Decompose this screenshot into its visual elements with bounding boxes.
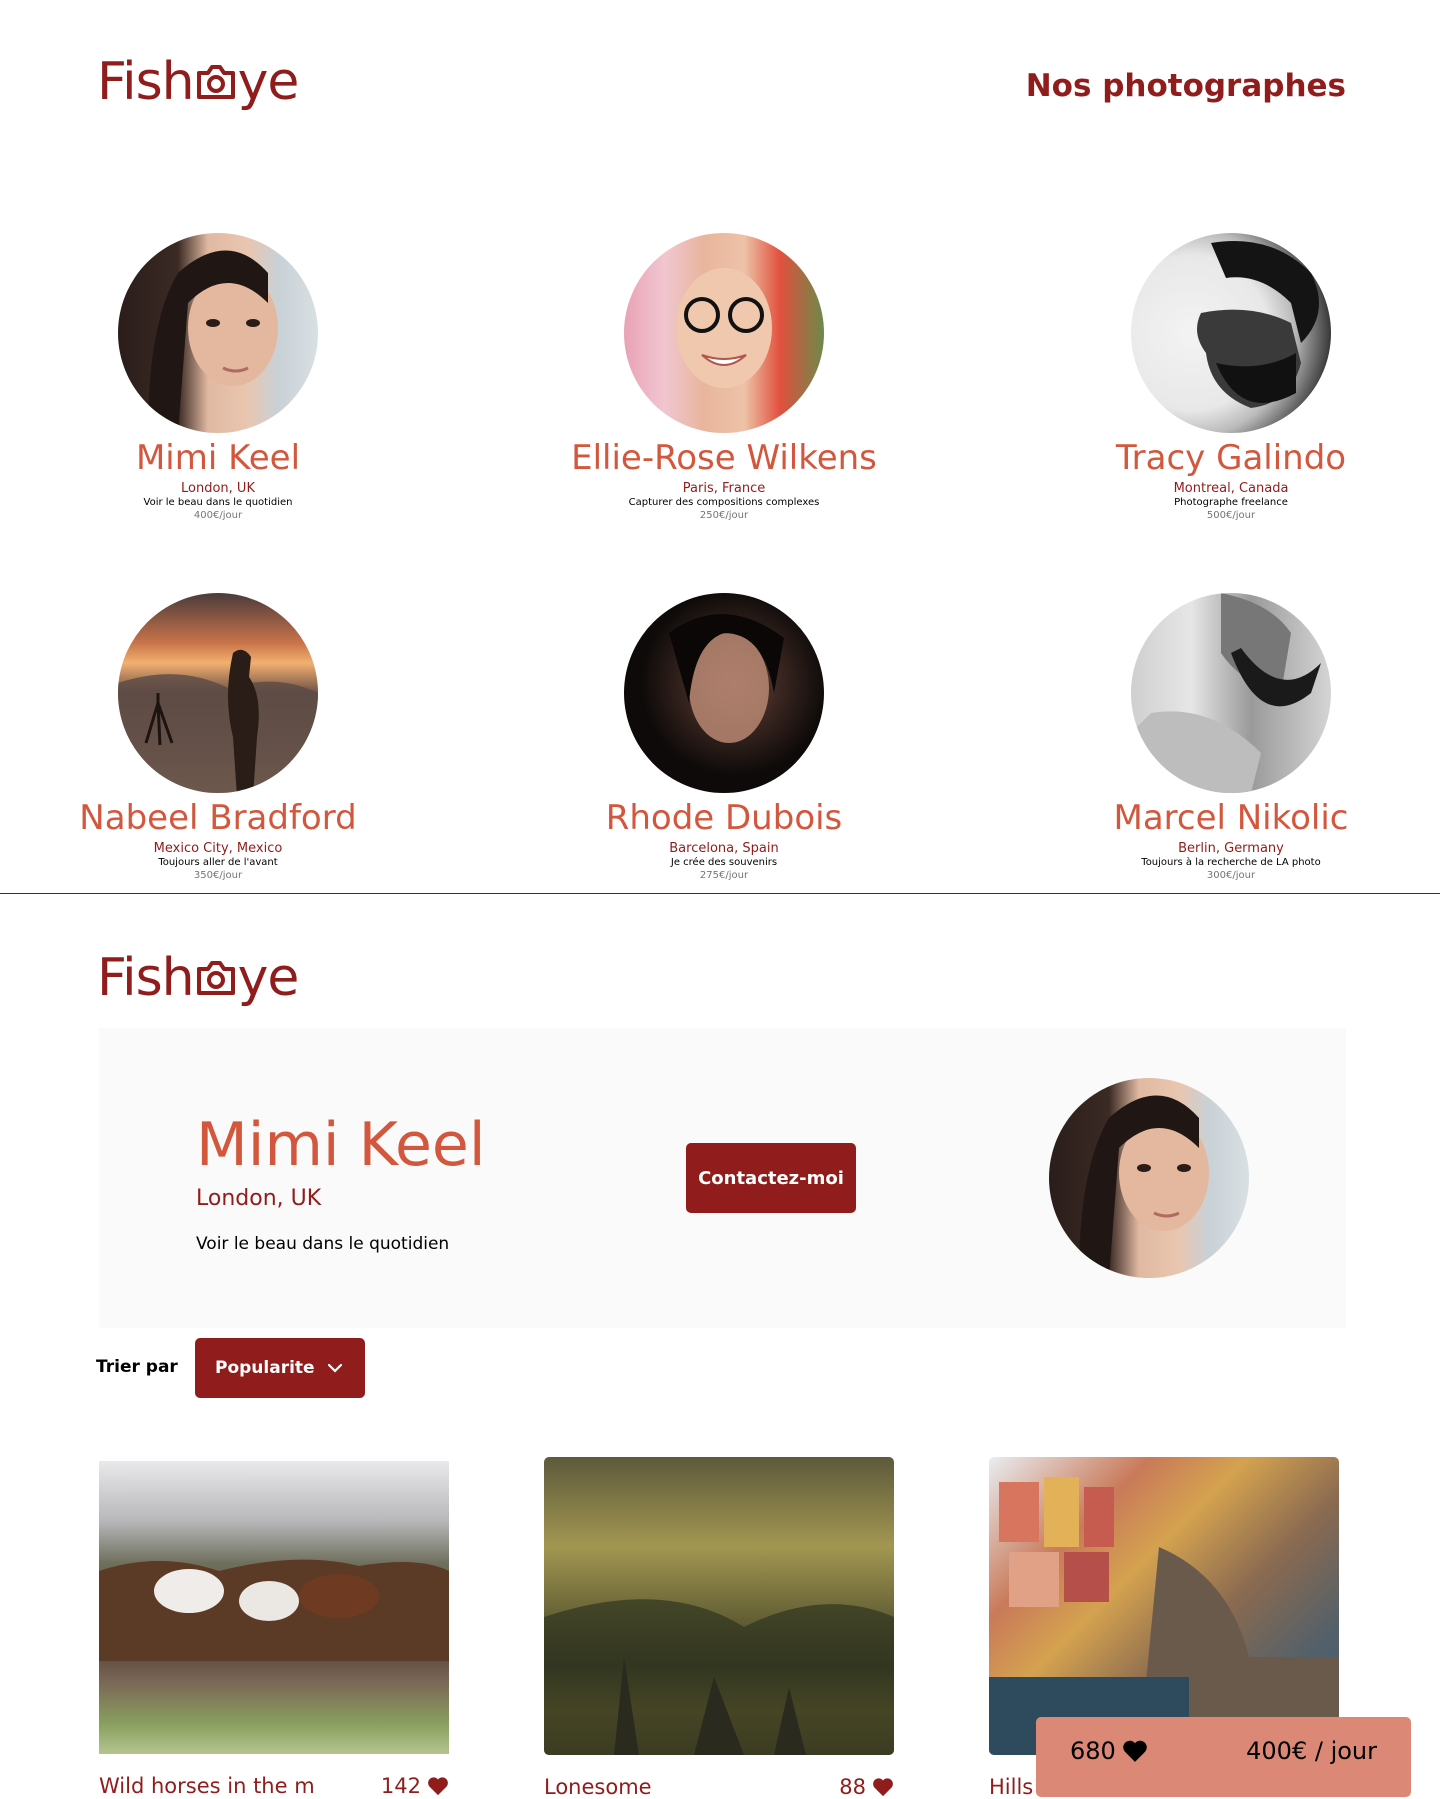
photographer-portrait[interactable]: [118, 593, 318, 793]
likes-count: 88: [839, 1775, 866, 1799]
photographer-portrait[interactable]: [118, 233, 318, 433]
likes-count: 142: [380, 1774, 421, 1798]
fisheye-logo[interactable]: Fish ye: [97, 948, 300, 1008]
logo-text-right: ye: [237, 52, 300, 112]
camera-icon: [196, 65, 235, 99]
sort-dropdown[interactable]: Popularite: [195, 1338, 365, 1398]
media-card[interactable]: Wild horses in the m 142: [99, 1461, 449, 1798]
photographer-price: 275€/jour: [699, 870, 749, 881]
photographer-portrait[interactable]: [624, 593, 824, 793]
photographer-portrait[interactable]: [1131, 593, 1331, 793]
photographer-name[interactable]: Rhode Dubois: [524, 795, 924, 841]
photographer-card[interactable]: Mimi Keel London, UK Voir le beau dans l…: [18, 233, 418, 522]
profile-name: Mimi Keel: [196, 1110, 486, 1180]
camera-icon: [196, 961, 235, 995]
heart-icon: [1123, 1740, 1147, 1762]
photographer-name[interactable]: Ellie-Rose Wilkens: [524, 435, 924, 481]
photographer-tagline: Photographe freelance: [1174, 497, 1288, 508]
fisheye-logo[interactable]: Fish ye: [97, 52, 300, 112]
photographer-portrait[interactable]: [1131, 233, 1331, 433]
photographer-price: 300€/jour: [1206, 870, 1256, 881]
logo-text-left: Fish: [97, 948, 195, 1008]
media-likes[interactable]: 142: [381, 1774, 449, 1798]
media-thumbnail[interactable]: [989, 1457, 1339, 1755]
profile-portrait: [1049, 1078, 1249, 1278]
photographer-card[interactable]: Ellie-Rose Wilkens Paris, France Capture…: [524, 233, 924, 522]
photographer-location: Mexico City, Mexico: [153, 841, 283, 856]
photographer-name[interactable]: Mimi Keel: [18, 435, 418, 481]
photographer-card[interactable]: Tracy Galindo Montreal, Canada Photograp…: [1031, 233, 1431, 522]
total-likes: 680: [1070, 1737, 1148, 1797]
photographer-card[interactable]: Rhode Dubois Barcelona, Spain Je crée de…: [524, 593, 924, 882]
logo-text-right: ye: [237, 948, 300, 1008]
photographer-card[interactable]: Marcel Nikolic Berlin, Germany Toujours …: [1031, 593, 1431, 882]
photographer-tagline: Je crée des souvenirs: [670, 857, 778, 868]
photographer-name[interactable]: Nabeel Bradford: [18, 795, 418, 841]
daily-rate: 400€ / jour: [1246, 1737, 1377, 1765]
page-title: Nos photographes: [1025, 68, 1346, 104]
photographer-price: 500€/jour: [1206, 510, 1256, 521]
logo-text-left: Fish: [97, 52, 195, 112]
sort-value: Popularite: [215, 1358, 315, 1378]
photographer-location: Montreal, Canada: [1173, 481, 1289, 496]
media-card[interactable]: Lonesome 88: [544, 1457, 894, 1799]
sort-label: Trier par: [96, 1357, 178, 1377]
photographer-name[interactable]: Tracy Galindo: [1031, 435, 1431, 481]
media-likes[interactable]: 88: [839, 1775, 894, 1799]
photographer-location: Barcelona, Spain: [669, 841, 779, 856]
photographer-card[interactable]: Nabeel Bradford Mexico City, Mexico Touj…: [18, 593, 418, 882]
contact-button[interactable]: Contactez-moi: [686, 1143, 856, 1213]
photographer-location: London, UK: [181, 481, 255, 496]
photographer-price: 400€/jour: [193, 510, 243, 521]
profile-location: London, UK: [196, 1186, 322, 1211]
media-title: Lonesome: [544, 1775, 652, 1799]
section-divider: [0, 893, 1440, 894]
media-thumbnail[interactable]: [99, 1461, 449, 1754]
total-likes-count: 680: [1070, 1737, 1116, 1765]
chevron-down-icon: [327, 1363, 343, 1373]
photographer-header: Mimi Keel London, UK Voir le beau dans l…: [99, 1028, 1346, 1328]
media-thumbnail[interactable]: [544, 1457, 894, 1755]
photographer-tagline: Toujours aller de l'avant: [158, 857, 278, 868]
media-title: Wild horses in the m: [99, 1774, 315, 1798]
photographer-portrait[interactable]: [624, 233, 824, 433]
photographer-tagline: Voir le beau dans le quotidien: [143, 497, 293, 508]
stats-bar: 680 400€ / jour: [1036, 1717, 1411, 1797]
photographer-location: Paris, France: [682, 481, 766, 496]
photographer-tagline: Toujours à la recherche de LA photo: [1141, 857, 1321, 868]
heart-icon[interactable]: [427, 1776, 449, 1796]
photographer-tagline: Capturer des compositions complexes: [628, 497, 820, 508]
photographer-name[interactable]: Marcel Nikolic: [1031, 795, 1431, 841]
heart-icon[interactable]: [872, 1777, 894, 1797]
photographer-price: 350€/jour: [193, 870, 243, 881]
profile-tagline: Voir le beau dans le quotidien: [196, 1234, 450, 1254]
photographer-location: Berlin, Germany: [1178, 841, 1284, 856]
photographer-price: 250€/jour: [699, 510, 749, 521]
